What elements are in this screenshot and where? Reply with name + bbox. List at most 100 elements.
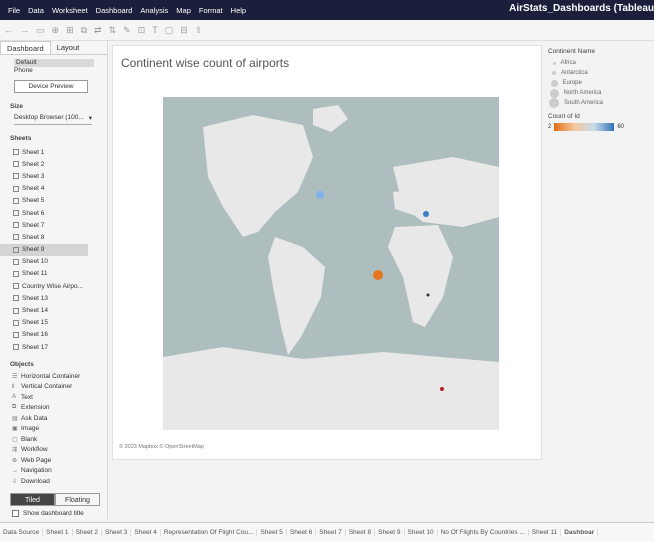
sheet-item[interactable]: Country Wise Airpo... [0,280,88,292]
sheet-item[interactable]: Sheet 3 [0,170,88,182]
show-title-checkbox[interactable] [12,510,19,517]
menu-item[interactable]: Format [195,6,227,15]
sheet-item[interactable]: Sheet 17 [0,341,88,353]
sheet-item[interactable]: Sheet 7 [0,219,88,231]
sheet-tab[interactable]: Sheet 2 [73,529,102,536]
sheet-item[interactable]: Sheet 13 [0,292,88,304]
share-icon[interactable]: ⇪ [195,25,203,36]
new-datasource-icon[interactable]: ⊕ [52,25,60,36]
sheet-tab[interactable]: Sheet 5 [257,529,287,536]
mark-europe[interactable] [423,211,429,217]
mark-africa[interactable] [426,293,430,297]
sheet-label: Sheet 6 [22,209,45,217]
sheet-item[interactable]: Sheet 8 [0,231,88,243]
sheet-item[interactable]: Sheet 15 [0,317,88,329]
legend-item[interactable]: Europe [548,78,654,88]
sheets-list: Sheet 1 Sheet 2 Sheet 3 Sheet 4 Sheet 5 Sheet… [0,146,107,353]
menu-item[interactable]: Analysis [136,6,172,15]
object-item[interactable]: ‖ Vertical Container [0,382,108,393]
object-icon: ‖ [12,383,15,390]
tiled-button[interactable]: Tiled [10,493,55,506]
sheet-tab[interactable]: Sheet 4 [131,529,161,536]
sheet-item[interactable]: Sheet 1 [0,146,88,158]
device-default[interactable]: Default [14,59,94,67]
sheet-item[interactable]: Sheet 16 [0,329,88,341]
show-me-icon[interactable]: ⊟ [180,25,188,36]
object-label: Ask Data [21,414,48,422]
show-title-option[interactable]: Show dashboard title [12,510,84,517]
highlight-icon[interactable]: ✎ [123,25,131,36]
sheet-tab[interactable]: Representation Of Flight Cou... [161,529,258,536]
sheet-tab[interactable]: Sheet 11 [529,529,562,536]
object-icon: ⇩ [12,478,18,485]
object-label: Web Page [21,456,52,464]
mark-south-america[interactable] [373,270,383,280]
fit-icon[interactable]: ▢ [165,25,174,36]
object-item[interactable]: ⇶ Workflow [0,445,108,456]
sheet-item[interactable]: Sheet 6 [0,207,88,219]
menu-item[interactable]: File [4,6,24,15]
forward-icon[interactable]: → [20,25,29,35]
menu-item[interactable]: Data [24,6,48,15]
sheet-item[interactable]: Sheet 9 [0,243,88,256]
object-item[interactable]: ⇩ Download [0,476,108,487]
size-select[interactable]: Desktop Browser (100... ▾ [14,114,92,125]
sheet-tab[interactable]: Sheet 3 [102,529,132,536]
swap-icon[interactable]: ⇄ [94,25,102,36]
legend-item[interactable]: North America [548,88,654,98]
sheet-item[interactable]: Sheet 4 [0,183,88,195]
mark-north-america[interactable] [316,191,324,199]
floating-button[interactable]: Floating [55,493,100,506]
object-item[interactable]: ⧉ Extension [0,403,108,414]
sheet-icon [13,234,19,241]
world-map[interactable] [163,97,499,430]
object-item[interactable]: ▢ Blank [0,434,108,445]
sheet-item[interactable]: Sheet 14 [0,304,88,316]
object-item[interactable]: ▣ Image [0,424,108,435]
object-item[interactable]: ↔ Navigation [0,466,108,477]
object-item[interactable]: ⊕ Web Page [0,455,108,466]
sheet-tab[interactable]: Sheet 9 [375,529,405,536]
legend-item[interactable]: South America [548,98,654,108]
back-icon[interactable]: ← [4,25,13,35]
object-item[interactable]: ☰ Horizontal Container [0,371,108,382]
tab-layout[interactable]: Layout [51,41,86,54]
sheet-tab[interactable]: Sheet 6 [287,529,317,536]
object-item[interactable]: A Text [0,392,108,403]
save-icon[interactable]: ▭ [36,25,45,36]
sheet-tab[interactable]: No Of Flights By Countries ... [438,529,529,536]
sort-icon[interactable]: ⇅ [109,25,117,36]
sheet-item[interactable]: Sheet 11 [0,268,88,280]
object-item[interactable]: ▤ Ask Data [0,413,108,424]
new-sheet-icon[interactable]: ⊞ [66,25,74,36]
legend-item[interactable]: Antarctica [548,68,654,78]
sheet-item[interactable]: Sheet 5 [0,195,88,207]
chevron-down-icon: ▾ [88,115,92,122]
menu-item[interactable]: Help [227,6,250,15]
count-max: 60 [617,124,625,130]
duplicate-icon[interactable]: ⧉ [81,25,87,36]
object-icon: ☰ [12,373,18,380]
sheet-tab[interactable]: Data Source [0,529,44,536]
group-icon[interactable]: ⊡ [138,25,146,36]
menu-item[interactable]: Map [172,6,195,15]
sheet-item[interactable]: Sheet 2 [0,158,88,170]
sheet-item[interactable]: Sheet 10 [0,256,88,268]
sheet-label: Sheet 16 [22,331,49,339]
sheet-tab[interactable]: Sheet 8 [346,529,376,536]
legend-item[interactable]: Africa [548,58,654,68]
sheet-tab[interactable]: Dashboar [561,529,599,536]
menu-item[interactable]: Worksheet [48,6,92,15]
mark-antarctica[interactable] [440,387,444,391]
sheet-tab[interactable]: Sheet 7 [316,529,346,536]
sheet-tab[interactable]: Sheet 1 [43,529,73,536]
dashboard-canvas: Continent wise count of airports © 2023 … [112,45,542,460]
menu-item[interactable]: Dashboard [92,6,137,15]
device-phone[interactable]: Phone [14,67,107,75]
count-min: 2 [548,124,552,130]
labels-icon[interactable]: T [152,25,158,35]
layout-mode-toggle: Tiled Floating [10,493,100,506]
sheet-tab[interactable]: Sheet 10 [405,529,438,536]
tab-dashboard[interactable]: Dashboard [0,41,51,54]
device-preview-button[interactable]: Device Preview [14,80,88,93]
